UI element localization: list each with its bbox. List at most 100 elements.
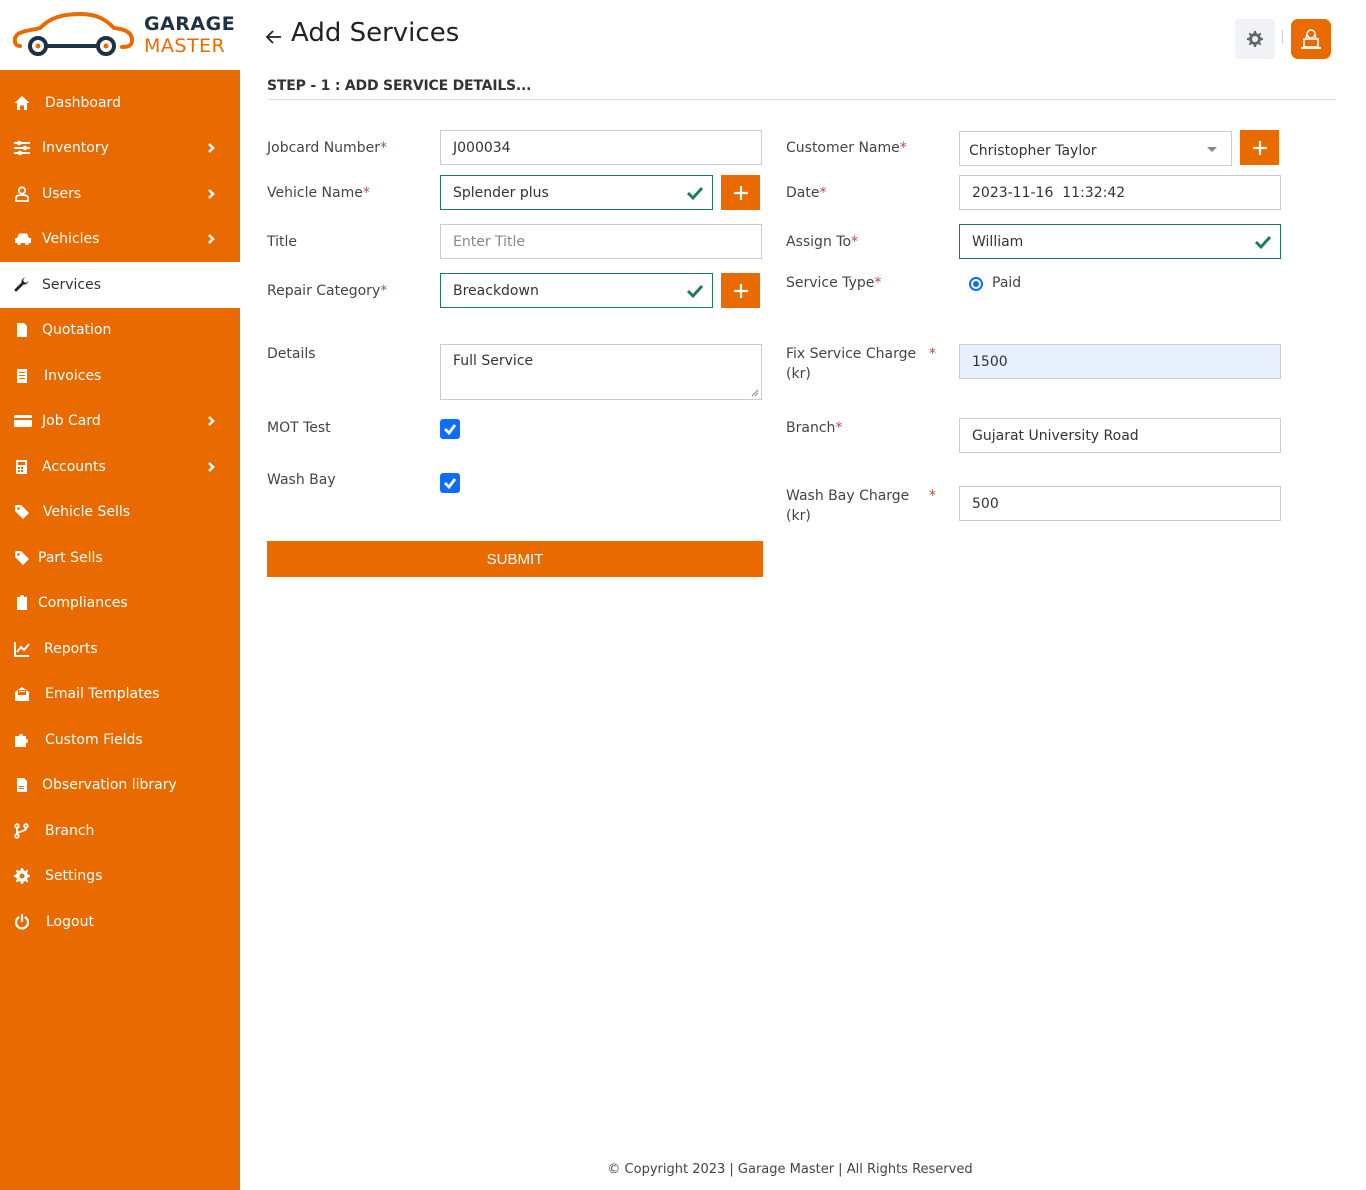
check-icon: [686, 185, 704, 201]
sidebar-item-reports[interactable]: Reports: [0, 626, 240, 672]
user-at-desk-icon: [1301, 29, 1321, 49]
sidebar-item-vehicles[interactable]: Vehicles: [0, 217, 240, 263]
clipboard-check-icon: [14, 595, 32, 611]
divider: [267, 99, 1336, 100]
code-branch-icon: [14, 823, 36, 839]
sidebar-item-label: Services: [42, 276, 102, 293]
sidebar-item-logout[interactable]: Logout: [0, 899, 240, 945]
brand-line1: GARAGE: [144, 12, 236, 35]
file-invoice-icon: [14, 322, 36, 338]
plus-icon: [1252, 140, 1267, 155]
home-icon: [14, 95, 36, 111]
jobcard-number-input[interactable]: J000034: [440, 130, 762, 165]
jobcard-number-value: J000034: [453, 139, 511, 156]
arrow-left-icon[interactable]: [264, 26, 284, 46]
footer-copyright: © Copyright 2023 | Garage Master | All R…: [607, 1162, 973, 1177]
sidebar-item-users[interactable]: Users: [0, 171, 240, 217]
check-icon: [444, 424, 457, 436]
topbar: Add Services: [240, 0, 1366, 70]
credit-card-icon: [14, 413, 36, 429]
sidebar-item-label: Vehicle Sells: [43, 504, 131, 521]
date-value: 2023-11-16 11:32:42: [972, 184, 1126, 201]
repair-category-value: Breackdown: [453, 282, 539, 299]
sidebar-item-vehicle-sells[interactable]: Vehicle Sells: [0, 490, 240, 536]
sidebar-item-part-sells[interactable]: Part Sells: [0, 535, 240, 581]
power-icon: [14, 913, 36, 930]
wash-bay-charge-input[interactable]: 500: [959, 486, 1281, 521]
title-label: Title: [267, 234, 298, 250]
date-input[interactable]: 2023-11-16 11:32:42: [959, 175, 1281, 210]
sidebar-item-invoices[interactable]: Invoices: [0, 353, 240, 399]
vehicle-name-select[interactable]: Splender plus: [440, 175, 713, 210]
sidebar-item-observation-library[interactable]: Observation library: [0, 763, 240, 809]
customer-name-select[interactable]: Christopher Taylor: [959, 131, 1232, 166]
chevron-right-icon: [206, 415, 216, 427]
divider: [1282, 30, 1283, 44]
fix-service-charge-input[interactable]: 1500: [959, 344, 1281, 379]
document-icon: [14, 777, 34, 793]
assign-to-value: William: [972, 233, 1024, 250]
gear-icon: [1247, 31, 1263, 47]
details-value: Full Service: [453, 353, 534, 369]
sidebar-item-label: Email Templates: [45, 686, 160, 703]
sidebar-item-branch[interactable]: Branch: [0, 808, 240, 854]
tag-icon: [14, 504, 36, 520]
service-type-paid-label[interactable]: Paid: [992, 273, 1021, 293]
wrench-icon: [14, 277, 36, 293]
add-customer-button[interactable]: [1240, 130, 1279, 165]
sidebar-item-email-templates[interactable]: Email Templates: [0, 672, 240, 718]
mot-test-checkbox[interactable]: [440, 419, 460, 439]
settings-button[interactable]: [1235, 19, 1275, 59]
details-textarea[interactable]: Full Service: [440, 344, 762, 400]
sidebar-item-job-card[interactable]: Job Card: [0, 399, 240, 445]
repair-category-select[interactable]: Breackdown: [440, 273, 713, 308]
required-marker: *: [929, 488, 936, 504]
puzzle-icon: [14, 732, 36, 748]
vehicle-name-label: Vehicle Name*: [267, 185, 370, 201]
add-repair-category-button[interactable]: [721, 273, 760, 308]
logo[interactable]: GARAGE MASTER: [0, 0, 240, 70]
branch-label: Branch*: [786, 420, 843, 436]
envelope-open-icon: [14, 686, 36, 702]
sidebar-item-label: Invoices: [44, 367, 102, 384]
page-title: Add Services: [291, 18, 460, 48]
chevron-right-icon: [206, 461, 216, 473]
check-icon: [686, 283, 704, 299]
submit-button[interactable]: SUBMIT: [267, 541, 763, 577]
sidebar-item-settings[interactable]: Settings: [0, 854, 240, 900]
title-input[interactable]: Enter Title: [440, 224, 762, 259]
car-wrench-logo-icon: [12, 11, 135, 56]
sidebar-item-compliances[interactable]: Compliances: [0, 581, 240, 627]
fix-service-charge-value: 1500: [972, 353, 1008, 370]
sidebar-item-custom-fields[interactable]: Custom Fields: [0, 717, 240, 763]
customer-name-label: Customer Name*: [786, 140, 907, 156]
sidebar-item-label: Reports: [44, 640, 98, 657]
sidebar-item-dashboard[interactable]: Dashboard: [0, 80, 240, 126]
repair-category-label: Repair Category*: [267, 283, 388, 299]
sidebar-item-label: Quotation: [42, 322, 112, 339]
main-content: Add Services STEP - 1 : ADD SERVICE DETA…: [240, 0, 1366, 1190]
chevron-right-icon: [206, 142, 216, 154]
details-label: Details: [267, 346, 316, 362]
assign-to-select[interactable]: William: [959, 224, 1281, 259]
branch-select[interactable]: Gujarat University Road: [959, 418, 1281, 453]
plus-icon: [733, 283, 748, 298]
wash-bay-label: Wash Bay: [267, 472, 336, 488]
user-avatar-button[interactable]: [1291, 19, 1331, 59]
chevron-right-icon: [206, 188, 216, 200]
brand-line2: MASTER: [144, 34, 226, 57]
sidebar-item-label: Branch: [45, 822, 95, 839]
wash-bay-checkbox[interactable]: [440, 473, 460, 493]
calculator-icon: [14, 459, 36, 475]
sidebar-item-inventory[interactable]: Inventory: [0, 126, 240, 172]
sidebar-item-accounts[interactable]: Accounts: [0, 444, 240, 490]
sidebar-item-quotation[interactable]: Quotation: [0, 308, 240, 354]
jobcard-number-label: Jobcard Number*: [267, 140, 387, 156]
user-icon: [14, 186, 36, 202]
resize-grip-icon[interactable]: [751, 389, 759, 397]
date-label: Date*: [786, 185, 827, 201]
sidebar-item-services[interactable]: Services: [0, 262, 240, 308]
add-vehicle-button[interactable]: [721, 175, 760, 210]
service-type-paid-radio[interactable]: [969, 277, 983, 291]
tag-icon: [14, 550, 32, 566]
